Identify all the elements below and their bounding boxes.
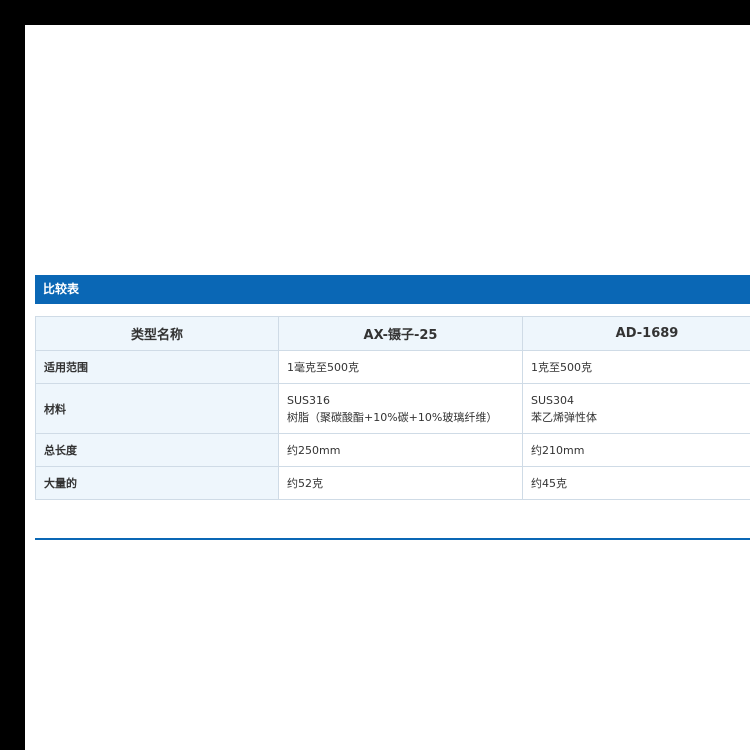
table-header-row: 类型名称 AX-镊子-25 AD-1689 (35, 316, 750, 351)
page: 比较表 类型名称 AX-镊子-25 AD-1689 适用范围 1毫克至500克 … (25, 25, 750, 750)
material-line-2: 苯乙烯弹性体 (531, 410, 597, 424)
material-line-2: 树脂（聚碳酸酯+10%碳+10%玻璃纤维） (287, 410, 498, 424)
row-label-length: 总长度 (35, 433, 279, 467)
cell-material-product-1: SUS316 树脂（聚碳酸酯+10%碳+10%玻璃纤维） (278, 383, 523, 434)
cell-length-product-1: 约250mm (278, 433, 523, 467)
table-row: 总长度 约250mm 约210mm (35, 433, 750, 467)
material-line-1: SUS304 (531, 393, 575, 407)
row-label-range: 适用范围 (35, 350, 279, 384)
cell-range-product-1: 1毫克至500克 (278, 350, 523, 384)
header-product-1: AX-镊子-25 (278, 316, 523, 351)
comparison-table: 类型名称 AX-镊子-25 AD-1689 适用范围 1毫克至500克 1克至5… (35, 316, 750, 500)
row-label-material: 材料 (35, 383, 279, 434)
header-product-2: AD-1689 (522, 316, 750, 351)
section-divider (35, 538, 750, 540)
section-title: 比较表 (35, 275, 750, 304)
cell-weight-product-1: 约52克 (278, 466, 523, 500)
cell-length-product-2: 约210mm (522, 433, 750, 467)
cell-material-product-2: SUS304 苯乙烯弹性体 (522, 383, 750, 434)
table-row: 材料 SUS316 树脂（聚碳酸酯+10%碳+10%玻璃纤维） SUS304 苯… (35, 383, 750, 434)
header-type-name: 类型名称 (35, 316, 279, 351)
material-line-1: SUS316 (287, 393, 331, 407)
row-label-weight: 大量的 (35, 466, 279, 500)
cell-weight-product-2: 约45克 (522, 466, 750, 500)
table-row: 大量的 约52克 约45克 (35, 466, 750, 500)
table-row: 适用范围 1毫克至500克 1克至500克 (35, 350, 750, 384)
cell-range-product-2: 1克至500克 (522, 350, 750, 384)
